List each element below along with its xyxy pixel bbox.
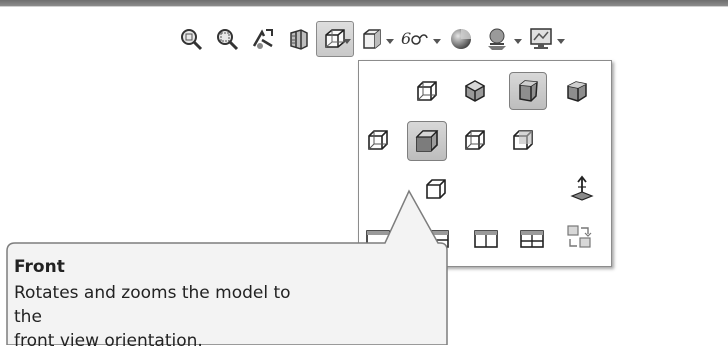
tooltip: Front Rotates and zooms the model to the… xyxy=(14,256,314,353)
tooltip-title: Front xyxy=(14,257,65,277)
tooltip-description-line-1: Rotates and zooms the model to the xyxy=(14,283,291,327)
tooltip-description-line-2: front view orientation. xyxy=(14,331,203,351)
